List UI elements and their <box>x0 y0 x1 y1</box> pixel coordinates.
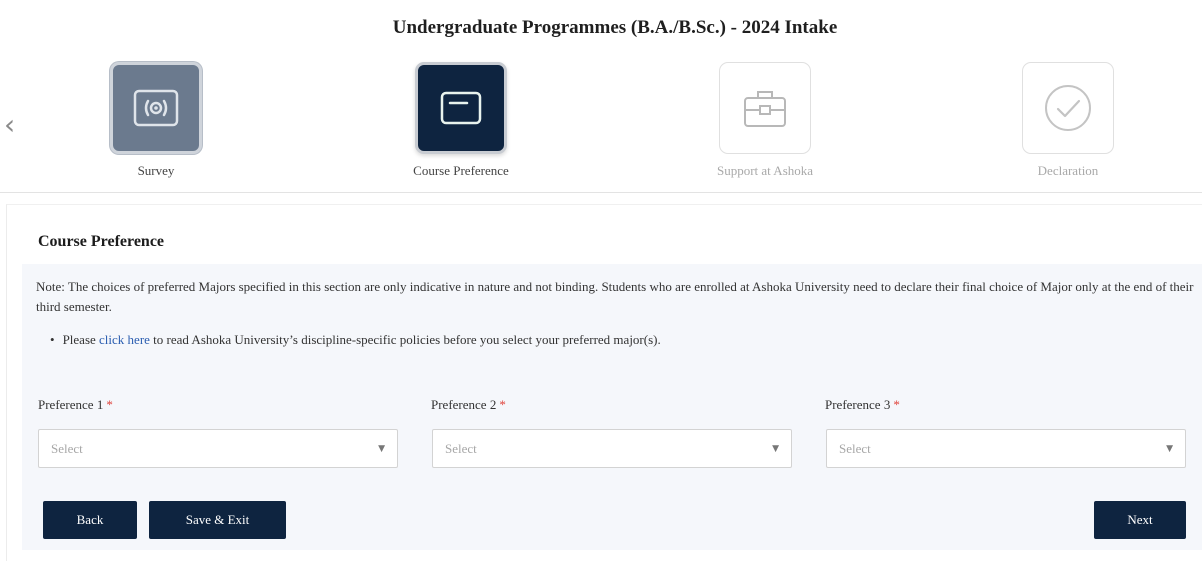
required-mark: * <box>893 397 900 412</box>
preference-2-select[interactable]: Select ▼ <box>432 429 792 468</box>
step-label: Course Preference <box>413 163 509 178</box>
support-tile[interactable] <box>719 62 811 154</box>
step-support-at-ashoka[interactable]: Support at Ashoka <box>665 62 865 179</box>
preference-1-label: Preference 1 * <box>38 397 113 413</box>
preference-2-label: Preference 2 * <box>431 397 506 413</box>
declaration-tile[interactable] <box>1022 62 1114 154</box>
bullet-dot: • <box>50 332 55 347</box>
step-course-preference[interactable]: Course Preference <box>361 62 561 179</box>
preference-3-select[interactable]: Select ▼ <box>826 429 1186 468</box>
step-label: Survey <box>137 163 175 178</box>
caret-down-icon: ▼ <box>1166 443 1173 454</box>
caret-down-icon: ▼ <box>378 443 385 454</box>
preference-3-label-text: Preference 3 <box>825 397 891 412</box>
page-title: Undergraduate Programmes (B.A./B.Sc.) - … <box>392 17 838 38</box>
survey-icon <box>133 89 179 127</box>
section-title: Course Preference <box>38 233 165 250</box>
window-icon <box>440 91 482 125</box>
briefcase-icon <box>744 91 786 127</box>
survey-tile[interactable] <box>110 62 202 154</box>
stepper: Survey Course Preference Support at Asho… <box>0 62 1202 182</box>
preference-1-placeholder: Select <box>51 440 83 456</box>
bullet-suffix: to read Ashoka University’s discipline-s… <box>153 332 661 347</box>
step-survey[interactable]: Survey <box>56 62 256 179</box>
check-circle-icon <box>1045 85 1091 131</box>
required-mark: * <box>106 397 113 412</box>
bullet-prefix: Please <box>62 332 96 347</box>
policy-bullet: • Please click here to read Ashoka Univer… <box>50 331 661 349</box>
step-label: Declaration <box>1037 163 1099 178</box>
preference-1-label-text: Preference 1 <box>38 397 104 412</box>
policy-link[interactable]: click here <box>99 332 150 347</box>
required-mark: * <box>499 397 506 412</box>
preference-2-label-text: Preference 2 <box>431 397 497 412</box>
preference-3-label: Preference 3 * <box>825 397 900 413</box>
note-text: Note: The choices of preferred Majors sp… <box>36 279 1194 314</box>
step-declaration[interactable]: Declaration <box>968 62 1168 179</box>
save-exit-button[interactable]: Save & Exit <box>149 501 286 539</box>
next-button[interactable]: Next <box>1094 501 1186 539</box>
course-preference-tile[interactable] <box>415 62 507 154</box>
back-button[interactable]: Back <box>43 501 137 539</box>
preference-2-placeholder: Select <box>445 440 477 456</box>
preference-3-placeholder: Select <box>839 440 871 456</box>
step-label: Support at Ashoka <box>716 163 814 178</box>
divider <box>0 192 1202 193</box>
preference-1-select[interactable]: Select ▼ <box>38 429 398 468</box>
caret-down-icon: ▼ <box>772 443 779 454</box>
